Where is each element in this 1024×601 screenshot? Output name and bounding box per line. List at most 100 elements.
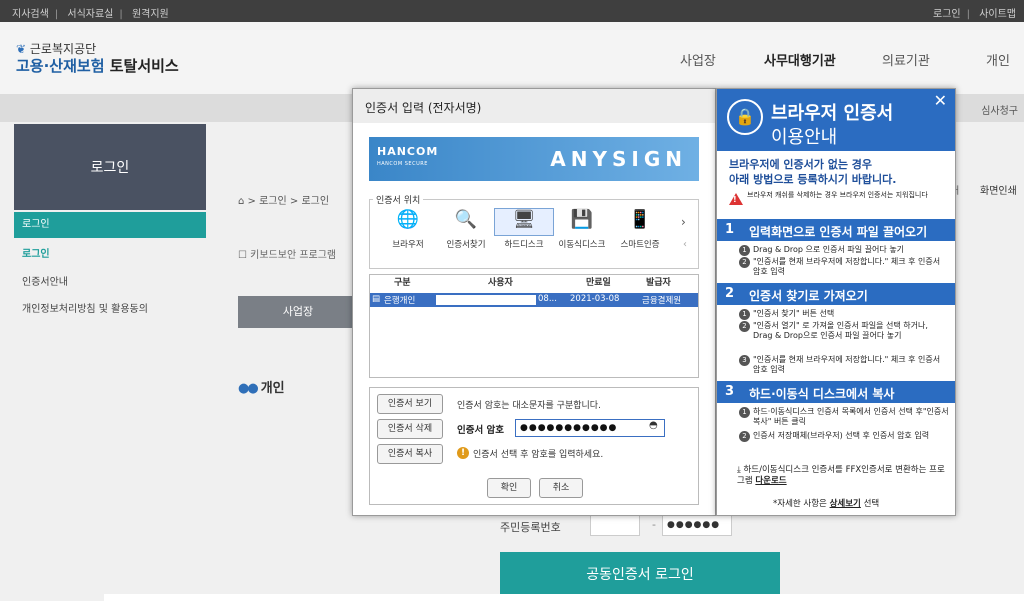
cert-table: 구분 사용자 만료일 발급자 ▤ 은행개인 08... 2021-03-08 금… <box>369 274 699 378</box>
section-3-step-1: 1 하드·이동식디스크 인증서 목록에서 인증서 선택 후"인증서 복사" 버튼 … <box>739 407 949 427</box>
location-usb[interactable]: 💾 이동식디스크 <box>553 209 611 250</box>
home-icon[interactable]: ⌂ <box>238 196 244 207</box>
sidebar-item-cert-guide[interactable]: 인증서안내 <box>14 270 206 296</box>
table-row[interactable]: ▤ 은행개인 08... 2021-03-08 금융결제원 <box>370 293 698 307</box>
section-2-header: 2 인증서 찾기로 가져오기 <box>717 283 955 305</box>
more-prefix: *자세한 사항은 <box>773 499 827 509</box>
location-smart-label: 스마트인증 <box>620 240 660 250</box>
view-cert-button[interactable]: 인증서 보기 <box>377 394 443 414</box>
section-2-step-2: 2 "인증서 열기" 로 가져올 인증서 파일을 선택 하거나, Drag & D… <box>739 321 949 341</box>
location-smart[interactable]: 📱 스마트인증 <box>611 209 669 250</box>
step-bullet-icon: 1 <box>739 245 750 256</box>
case-note: 인증서 암호는 대소문자를 구분합니다. <box>457 401 601 411</box>
sidebar-title: 로그인 <box>14 124 206 210</box>
cert-type-icon: ▤ <box>372 294 381 304</box>
topbar-link-remote[interactable]: 원격지원 <box>132 9 169 20</box>
topbar-link-branch[interactable]: 지사검색 <box>12 9 49 20</box>
rrn-front-input[interactable] <box>590 514 640 536</box>
alert-mark: ! <box>733 195 737 204</box>
step-text: 인증서 저장매체(브라우저) 선택 후 인증서 암호 입력 <box>753 431 930 440</box>
location-harddisk[interactable]: 🖥 하드디스크 <box>494 208 554 250</box>
footer-strip <box>104 594 1024 601</box>
cert-login-button[interactable]: 공동인증서 로그인 <box>500 552 780 598</box>
cache-warning: 브라우저 캐쉬를 삭제하는 경우 브라우저 인증서는 지워집니다 <box>747 191 928 199</box>
section-3-header: 3 하드·이동식 디스크에서 복사 <box>717 381 955 403</box>
hancom-sub: HANCOM SECURE <box>377 161 428 167</box>
table-header-expiry: 만료일 <box>586 278 611 288</box>
nav-medical[interactable]: 의료기관 <box>882 50 930 69</box>
section-1-num: 1 <box>725 222 735 237</box>
globe-lock-icon: 🔒 <box>727 99 763 135</box>
step-text: "인증서를 현재 브라우저에 저장합니다." 체크 후 인증서 암호 입력 <box>753 257 941 276</box>
nav-business[interactable]: 사업장 <box>680 50 716 69</box>
rrn-back-input[interactable]: ●●●●●● <box>662 514 732 536</box>
password-label: 인증서 암호 <box>457 425 505 436</box>
info-header: 🔒 브라우저 인증서 이용안내 ✕ <box>717 89 955 151</box>
chevron-left-icon[interactable]: ‹ <box>683 239 687 250</box>
sidebar-item-login[interactable]: 로그인 <box>14 242 206 268</box>
person-heading-text: 개인 <box>260 381 285 396</box>
chevron-right-icon[interactable]: › <box>681 215 686 229</box>
section-2-step-3: 3 "인증서를 현재 브라우저에 저장합니다." 체크 후 인증서 암호 입력 <box>739 355 949 375</box>
info-subtitle-2: 아래 방법으로 등록하시기 바랍니다. <box>729 173 897 186</box>
nav-agency[interactable]: 사무대행기관 <box>764 50 836 69</box>
smartphone-icon: 📱 <box>628 209 652 230</box>
sidebar-item-login-header[interactable]: 로그인 <box>14 212 206 238</box>
site-header: ❦ 근로복지공단 고용·산재보험 토탈서비스 사업장 사무대행기관 의료기관 개… <box>0 22 1024 94</box>
table-header-type: 구분 <box>394 278 411 288</box>
step-text: "인증서 찾기" 버튼 선택 <box>753 309 835 318</box>
step-text: 하드·이동식디스크 인증서 목록에서 인증서 선택 후"인증서 복사" 버튼 클… <box>753 407 949 426</box>
topbar-link-sitemap[interactable]: 사이트맵 <box>979 9 1016 20</box>
location-harddisk-label: 하드디스크 <box>504 240 544 250</box>
bullet-dots-icon: ●● <box>238 381 259 396</box>
copy-cert-button[interactable]: 인증서 복사 <box>377 444 443 464</box>
cancel-button[interactable]: 취소 <box>539 478 583 498</box>
hancom-logo: HANCOM <box>377 145 439 158</box>
top-utility-bar: 지사검색 | 서식자료실 | 원격지원 로그인 | 사이트맵 <box>0 0 1024 22</box>
rrn-label: 주민등록번호 <box>500 521 561 534</box>
sub-nav-appeal[interactable]: 심사청구 <box>981 102 1018 117</box>
topbar-link-forms[interactable]: 서식자료실 <box>67 9 113 20</box>
close-icon[interactable]: ✕ <box>934 91 947 110</box>
print-button[interactable]: 화면인쇄 <box>980 182 1017 197</box>
eye-icon[interactable]: ◓ <box>649 420 658 431</box>
section-1-step-2: 2 "인증서를 현재 브라우저에 저장합니다." 체크 후 인증서 암호 입력 <box>739 257 949 277</box>
sidebar-item-privacy[interactable]: 개인정보처리방침 및 활용동의 <box>14 297 206 323</box>
site-title[interactable]: 고용·산재보험 토탈서비스 <box>16 55 179 76</box>
location-browser-label: 브라우저 <box>392 240 424 250</box>
globe-icon: 🌐 <box>396 209 420 230</box>
breadcrumb-text: 로그인 > 로그인 <box>259 196 330 207</box>
download-link[interactable]: 다운로드 <box>755 476 786 486</box>
tab-business[interactable]: 사업장 <box>238 296 358 328</box>
person-heading: ●● 개인 <box>238 377 285 396</box>
section-3-num: 3 <box>725 384 735 399</box>
checkbox-icon[interactable]: ☐ <box>238 250 247 261</box>
section-2-step-1: 1 "인증서 찾기" 버튼 선택 <box>739 309 949 320</box>
detail-link[interactable]: 상세보기 <box>830 499 861 509</box>
password-input[interactable]: ●●●●●●●●●●● <box>515 419 665 437</box>
info-subtitle: 브라우저에 인증서가 없는 경우 아래 방법으로 등록하시기 바랍니다. <box>729 157 896 187</box>
location-label: 인증서 위치 <box>373 193 424 206</box>
cert-expiry: 2021-03-08 <box>570 294 620 304</box>
site-title-b: 토탈서비스 <box>109 57 179 75</box>
table-header-user: 사용자 <box>488 278 513 288</box>
dialog-title: 인증서 입력 (전자서명) <box>353 89 715 123</box>
keyboard-security-option[interactable]: ☐ 키보드보안 프로그램 <box>238 246 336 261</box>
location-browser[interactable]: 🌐 브라우저 <box>379 209 437 250</box>
section-2-title: 인증서 찾기로 가져오기 <box>749 289 868 303</box>
delete-cert-button[interactable]: 인증서 삭제 <box>377 419 443 439</box>
ok-button[interactable]: 확인 <box>487 478 531 498</box>
info-title-1: 브라우저 인증서 <box>771 103 894 124</box>
step-bullet-icon: 1 <box>739 407 750 418</box>
leaf-icon: ❦ <box>16 42 27 56</box>
topbar-link-login[interactable]: 로그인 <box>933 9 961 20</box>
table-header-issuer: 발급자 <box>646 278 671 288</box>
nav-personal[interactable]: 개인 <box>986 50 1010 69</box>
site-title-a: 고용·산재보험 <box>16 57 105 75</box>
location-usb-label: 이동식디스크 <box>558 240 606 250</box>
breadcrumb: ⌂ > 로그인 > 로그인 <box>238 196 330 207</box>
step-bullet-icon: 2 <box>739 431 750 442</box>
location-find[interactable]: 🔍 인증서찾기 <box>437 209 495 250</box>
cert-type: 은행개인 <box>384 296 416 306</box>
step-bullet-icon: 1 <box>739 309 750 320</box>
